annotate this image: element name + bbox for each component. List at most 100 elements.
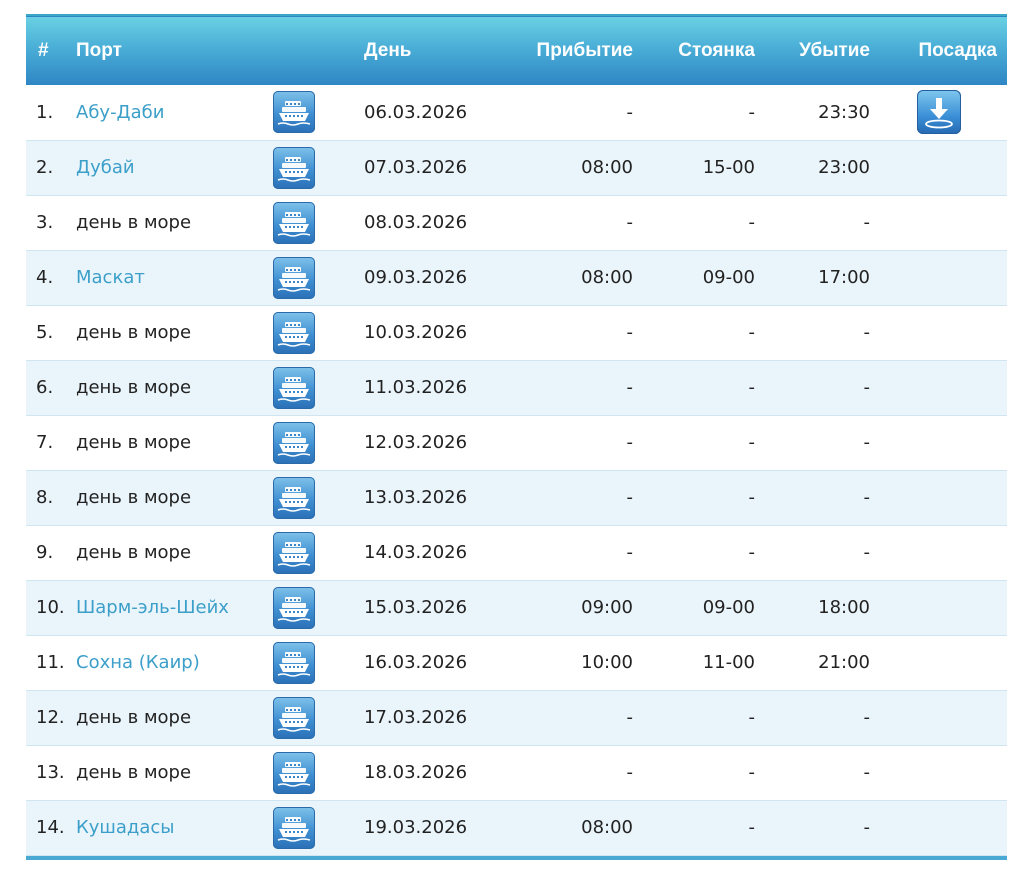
arrival-cell: - [626,101,634,123]
row-number: 10. [36,597,65,618]
arrival-cell: 08:00 [581,817,633,838]
date-cell: 14.03.2026 [364,542,468,563]
port-link[interactable]: Маскат [76,267,145,288]
itinerary-table: # Порт День Прибытие Стоянка Убытие Поса… [26,14,1007,856]
ship-icon [273,751,315,794]
stay-cell: 09-00 [702,597,755,618]
boarding-cell [870,195,1007,250]
arrival-cell: - [626,487,634,508]
table-row: 10. Шарм-эль-Шейх 15.03.2026 09:00 09-00… [26,580,1007,635]
port-cell: Абу-Даби [76,85,273,140]
date-cell: 13.03.2026 [364,487,468,508]
row-number: 8. [36,487,54,508]
date-cell: 10.03.2026 [364,322,468,343]
port-link[interactable]: Сохна (Каир) [76,652,200,673]
date-cell: 17.03.2026 [364,707,468,728]
port-name: день в море [76,762,192,783]
ship-icon-cell [273,580,364,635]
ship-icon-cell [273,360,364,415]
date-cell: 08.03.2026 [364,212,468,233]
arrival-cell: - [626,432,634,453]
table-row: 11. Сохна (Каир) 16.03.2026 10:00 11-00 … [26,635,1007,690]
port-link[interactable]: Шарм-эль-Шейх [76,597,229,618]
port-cell: день в море [76,195,273,250]
table-row: 13. день в море 18.03.2026 - - - [26,745,1007,800]
port-name: день в море [76,542,192,563]
boarding-cell [870,745,1007,800]
boarding-cell [870,305,1007,360]
arrival-cell: - [626,212,634,233]
ship-icon-cell [273,470,364,525]
port-cell: Сохна (Каир) [76,635,273,690]
row-number: 5. [36,322,54,343]
header-arrival: Прибытие [536,39,633,61]
table-body: 1. Абу-Даби 06.03.2026 - - 23:30 2. Дуба… [26,85,1007,855]
ship-icon [273,696,315,739]
boarding-cell [870,635,1007,690]
header-boarding: Посадка [918,39,997,61]
departure-cell: 18:00 [818,597,870,618]
ship-icon [273,531,315,574]
table-row: 4. Маскат 09.03.2026 08:00 09-00 17:00 [26,250,1007,305]
date-cell: 09.03.2026 [364,267,468,288]
arrival-cell: 10:00 [581,652,633,673]
ship-icon [273,806,315,849]
stay-cell: - [748,322,756,343]
table-row: 5. день в море 10.03.2026 - - - [26,305,1007,360]
stay-cell: - [748,817,756,838]
ship-icon [273,201,315,244]
boarding-download-icon[interactable] [916,90,961,135]
stay-cell: 09-00 [702,267,755,288]
boarding-cell [870,140,1007,195]
date-cell: 07.03.2026 [364,157,468,178]
arrival-cell: - [626,377,634,398]
port-link[interactable]: Абу-Даби [76,102,164,123]
date-cell: 18.03.2026 [364,762,468,783]
ship-icon [273,476,315,519]
ship-icon-cell [273,305,364,360]
port-cell: день в море [76,470,273,525]
stay-cell: - [748,707,756,728]
boarding-cell [870,580,1007,635]
stay-cell: - [748,542,756,563]
header-departure: Убытие [799,39,870,61]
itinerary-container: # Порт День Прибытие Стоянка Убытие Поса… [26,14,1007,860]
stay-cell: - [748,377,756,398]
port-cell: день в море [76,305,273,360]
table-row: 3. день в море 08.03.2026 - - - [26,195,1007,250]
boarding-cell [870,525,1007,580]
departure-cell: 21:00 [818,652,870,673]
departure-cell: - [863,762,871,783]
port-cell: день в море [76,745,273,800]
date-cell: 06.03.2026 [364,101,468,123]
departure-cell: 23:00 [818,157,870,178]
arrival-cell: - [626,762,634,783]
departure-cell: - [863,707,871,728]
port-name: день в море [76,377,192,398]
departure-cell: - [863,432,871,453]
header-port: Порт [76,39,122,61]
port-link[interactable]: Кушадасы [76,817,175,838]
arrival-cell: 08:00 [581,157,633,178]
departure-cell: - [863,487,871,508]
row-number: 9. [36,542,54,563]
ship-icon-cell [273,415,364,470]
row-number: 12. [36,707,65,728]
departure-cell: - [863,212,871,233]
table-header: # Порт День Прибытие Стоянка Убытие Поса… [26,15,1007,85]
arrival-cell: - [626,322,634,343]
header-icon-spacer [273,15,364,85]
ship-icon-cell [273,140,364,195]
row-number: 6. [36,377,54,398]
departure-cell: - [863,322,871,343]
ship-icon [273,586,315,629]
stay-cell: - [748,432,756,453]
date-cell: 15.03.2026 [364,597,468,618]
port-link[interactable]: Дубай [76,157,135,178]
arrival-cell: - [626,542,634,563]
row-number: 4. [36,267,54,288]
row-number: 2. [36,157,54,178]
row-number: 11. [36,652,65,673]
port-name: день в море [76,487,192,508]
date-cell: 11.03.2026 [364,377,468,398]
